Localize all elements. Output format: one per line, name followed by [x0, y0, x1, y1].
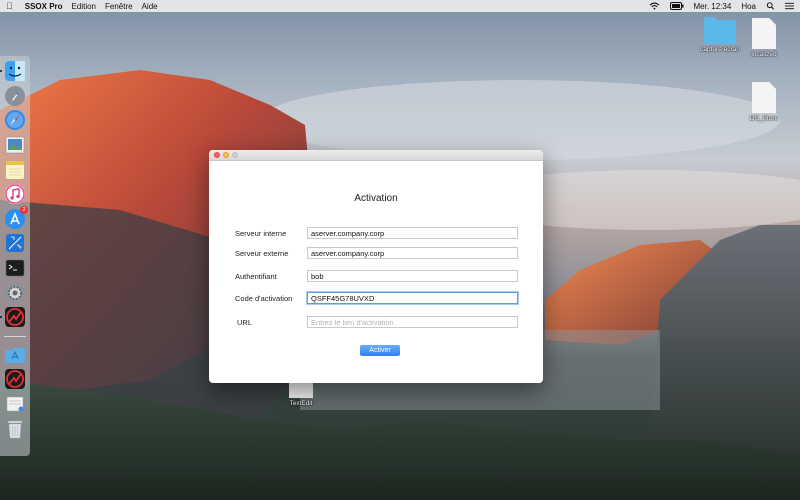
gear-icon: [5, 282, 25, 303]
rocket-icon: [5, 85, 25, 106]
dock-applications-folder[interactable]: [4, 344, 26, 366]
spotlight-search-icon[interactable]: [766, 2, 775, 10]
dock-downloads[interactable]: [4, 393, 26, 415]
menu-app-name[interactable]: SSOX Pro: [25, 2, 63, 11]
notification-center-icon[interactable]: [785, 2, 794, 10]
dock-notes[interactable]: [4, 159, 26, 181]
finder-icon: [5, 61, 25, 82]
wifi-icon[interactable]: [649, 2, 660, 10]
external-server-input[interactable]: [307, 247, 518, 259]
form-row-activation-code: Code d'activation: [235, 292, 518, 304]
desktop-icon-label: TextEdit: [289, 400, 313, 407]
notes-icon: [6, 160, 24, 179]
zoom-button[interactable]: [232, 152, 238, 158]
trash-icon: [8, 420, 22, 438]
menu-user[interactable]: Hoa: [741, 2, 756, 11]
dock-system-preferences[interactable]: [4, 282, 26, 304]
dock-ssox-pro-2[interactable]: [4, 368, 26, 390]
music-note-icon: [5, 184, 25, 205]
battery-icon[interactable]: [669, 2, 684, 10]
url-input[interactable]: [307, 316, 518, 328]
menu-clock[interactable]: Mer. 12:34: [694, 2, 732, 11]
desktop-icon-ds-store[interactable]: DS_Store: [734, 82, 794, 122]
window-titlebar[interactable]: [209, 150, 543, 161]
close-button[interactable]: [214, 152, 220, 158]
dock-app-store[interactable]: 2: [4, 205, 28, 230]
form-row-internal-server: Serveur interne: [235, 227, 518, 239]
dock-preview[interactable]: [4, 134, 26, 156]
document-icon: [752, 18, 776, 49]
dock-finder[interactable]: [0, 60, 26, 82]
form-row-authentifiant: Authentifiant: [235, 270, 518, 282]
preview-icon: [5, 136, 25, 154]
authentifiant-input[interactable]: [307, 270, 518, 282]
activation-window: Activation Serveur interne Serveur exter…: [209, 150, 543, 383]
dock-itunes[interactable]: [4, 183, 26, 205]
url-label: URL: [237, 317, 253, 327]
menu-bar:  SSOX Pro Edition Fenêtre Aide Mer. 12:…: [0, 0, 800, 12]
window-heading: Activation: [354, 193, 398, 204]
dock-launchpad[interactable]: [4, 85, 26, 107]
desktop-icon-label: DS_Store: [749, 115, 779, 122]
internal-server-label: Serveur interne: [235, 228, 287, 238]
dock-xcode[interactable]: [4, 232, 26, 254]
menu-bar-status: Mer. 12:34 Hoa: [649, 2, 794, 11]
compass-icon: [5, 110, 25, 131]
hammer-icon: [6, 234, 24, 253]
external-server-label: Serveur externe: [235, 248, 289, 258]
menu-fenetre[interactable]: Fenêtre: [105, 2, 133, 11]
dock-safari[interactable]: [4, 109, 26, 131]
terminal-icon: [5, 259, 25, 277]
activation-code-label: Code d'activation: [235, 293, 293, 303]
internal-server-input[interactable]: [307, 227, 518, 239]
dock: 2: [0, 56, 30, 456]
ssox-pro-icon: [5, 369, 25, 390]
applications-folder-icon: [5, 347, 25, 363]
minimize-button[interactable]: [223, 152, 229, 158]
desktop-icon-label: localized: [751, 51, 777, 58]
menu-aide[interactable]: Aide: [142, 2, 158, 11]
menu-edition[interactable]: Edition: [72, 2, 96, 11]
dock-separator: [4, 335, 26, 337]
form-row-url: URL: [235, 316, 518, 328]
dock-terminal[interactable]: [4, 257, 26, 279]
ssox-pro-icon: [5, 307, 25, 328]
dock-ssox-pro[interactable]: [0, 306, 26, 328]
running-indicator: [0, 316, 2, 319]
folder-icon: [704, 17, 736, 44]
form-row-external-server: Serveur externe: [235, 247, 518, 259]
dock-trash[interactable]: [4, 418, 26, 440]
authentifiant-label: Authentifiant: [235, 271, 277, 281]
activation-code-input[interactable]: [307, 292, 518, 304]
desktop-icon-localized[interactable]: localized: [734, 18, 794, 58]
document-icon: [752, 82, 776, 113]
downloads-stack-icon: [6, 396, 24, 412]
activate-button[interactable]: Activer: [360, 345, 400, 356]
apple-icon[interactable]: : [6, 1, 13, 11]
running-indicator: [0, 70, 2, 73]
notification-badge: 2: [20, 205, 28, 214]
